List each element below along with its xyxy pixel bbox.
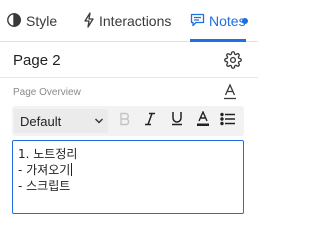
bulleted-list-icon bbox=[220, 112, 236, 131]
text-style-icon[interactable] bbox=[222, 83, 238, 101]
notes-icon bbox=[190, 13, 209, 30]
page-overview-label: Page Overview bbox=[13, 87, 81, 98]
text-color-button[interactable] bbox=[193, 109, 213, 132]
divider bbox=[0, 77, 258, 78]
bold-button[interactable] bbox=[115, 111, 135, 131]
rich-text-toolbar: Default bbox=[12, 106, 244, 136]
font-style-select[interactable]: Default bbox=[14, 109, 108, 133]
italic-icon bbox=[144, 112, 156, 131]
brush-icon bbox=[6, 12, 26, 31]
editor-line: - 가져오기 bbox=[18, 163, 71, 177]
notes-editor[interactable]: 1. 노트정리 - 가져오기 - 스크립트 bbox=[12, 140, 244, 214]
editor-line: - 스크립트 bbox=[18, 179, 71, 193]
underline-button[interactable] bbox=[167, 111, 187, 131]
underline-icon bbox=[170, 111, 184, 131]
tab-interactions-label: Interactions bbox=[99, 13, 172, 29]
text-caret bbox=[71, 163, 73, 176]
lightning-icon bbox=[83, 11, 99, 31]
text-color-icon bbox=[196, 109, 210, 132]
tab-interactions[interactable]: Interactions bbox=[83, 0, 171, 42]
gear-icon[interactable] bbox=[224, 51, 242, 69]
tab-style[interactable]: Style bbox=[6, 0, 57, 42]
editor-line: 1. 노트정리 bbox=[18, 147, 78, 161]
page-title: Page 2 bbox=[13, 52, 61, 69]
unsaved-indicator-dot bbox=[242, 18, 248, 24]
italic-button[interactable] bbox=[140, 111, 160, 131]
active-tab-underline bbox=[190, 39, 246, 42]
bulleted-list-button[interactable] bbox=[218, 111, 238, 131]
bold-icon bbox=[119, 112, 131, 131]
panel-tabs: Style Interactions Notes bbox=[0, 0, 258, 42]
tab-notes[interactable]: Notes bbox=[190, 0, 246, 42]
tab-notes-label: Notes bbox=[209, 13, 246, 29]
font-style-select-value: Default bbox=[20, 114, 62, 129]
editor-line-with-caret: - 가져오기 bbox=[18, 162, 238, 178]
tab-style-label: Style bbox=[26, 13, 58, 29]
